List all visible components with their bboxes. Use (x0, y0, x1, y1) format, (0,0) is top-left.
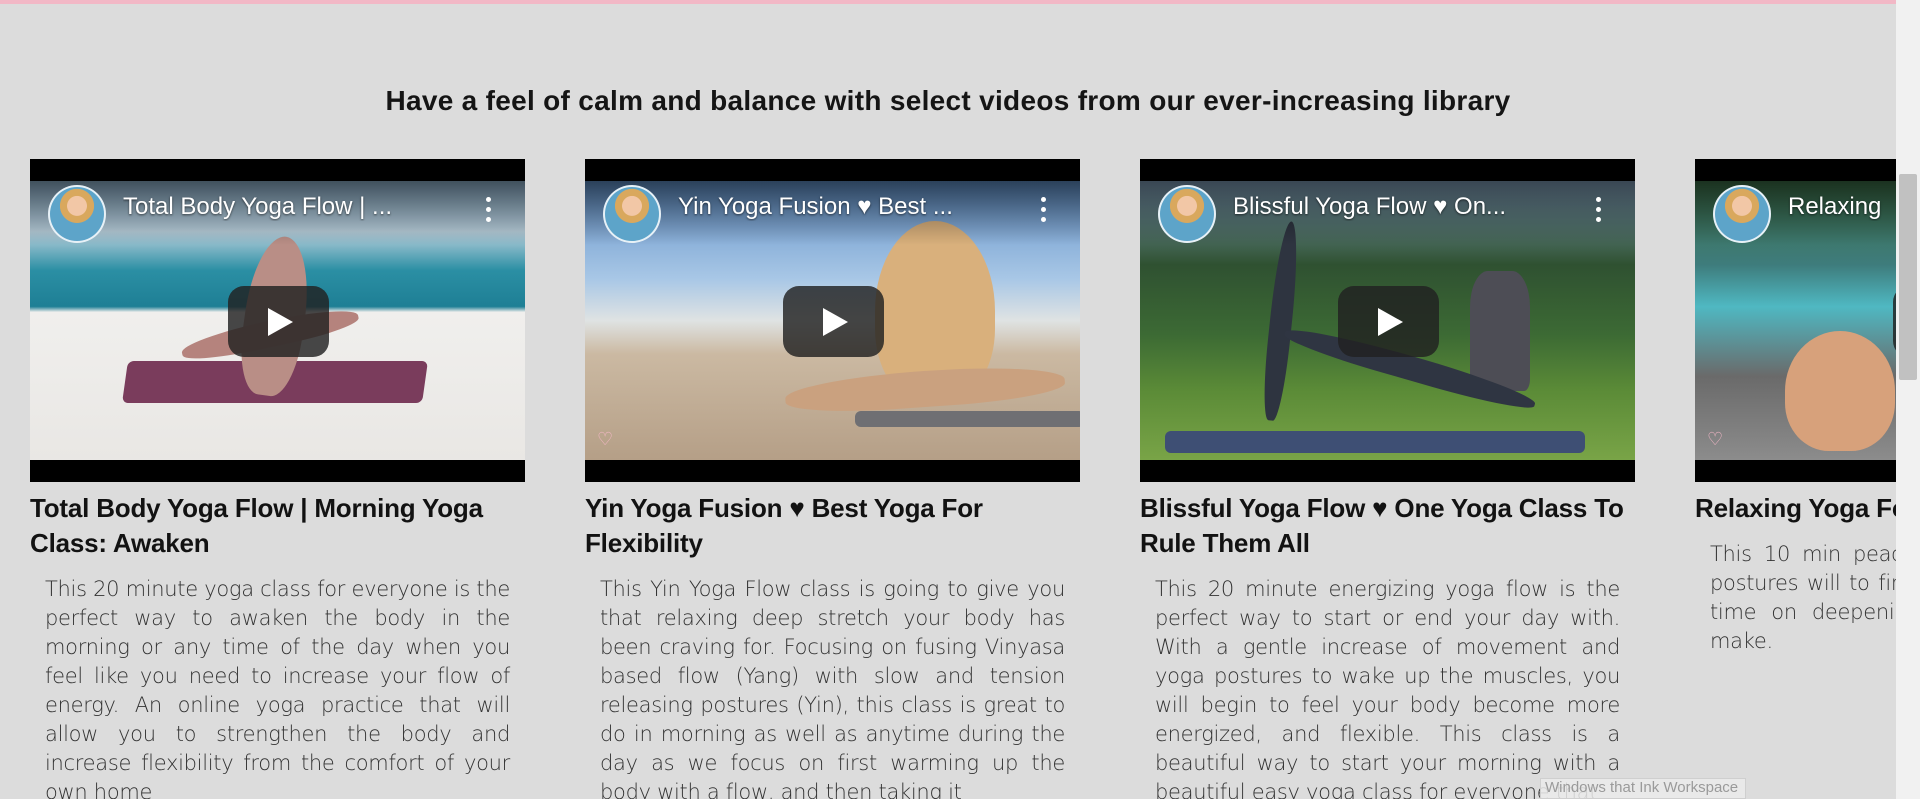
more-vertical-icon[interactable] (1037, 197, 1049, 227)
video-card: Total Body Yoga Flow | ... Total Body Yo… (30, 159, 525, 799)
yoga-mat (855, 411, 1080, 427)
video-card: Blissful Yoga Flow ♥ On... Blissful Yoga… (1140, 159, 1635, 799)
heart-icon: ♡ (597, 429, 614, 450)
player-video-title[interactable]: Blissful Yoga Flow ♥ On... (1233, 193, 1563, 221)
video-card-title: Relaxing Yoga Fo Bed (1695, 493, 1896, 523)
video-card-description: This 20 minute yoga class for everyone i… (45, 577, 510, 799)
yoga-mat (1165, 431, 1585, 453)
instructor-figure (1259, 220, 1303, 422)
play-icon[interactable] (228, 286, 329, 357)
video-card: Relaxing ♡ Relaxing Yoga Fo Bed This 10 … (1695, 159, 1896, 656)
video-card-title: Yin Yoga Fusion ♥ Best Yoga For Flexibil… (585, 493, 983, 558)
video-card-row: Total Body Yoga Flow | ... Total Body Yo… (30, 159, 1896, 799)
video-card-title: Blissful Yoga Flow ♥ One Yoga Class To R… (1140, 493, 1624, 558)
channel-avatar[interactable] (1713, 185, 1771, 243)
play-icon[interactable] (1338, 286, 1439, 357)
channel-avatar[interactable] (48, 185, 106, 243)
play-icon[interactable] (783, 286, 884, 357)
video-card-description: This 20 minute energizing yoga flow is t… (1155, 577, 1620, 799)
video-player[interactable]: Relaxing ♡ (1695, 159, 1896, 482)
scrollbar-thumb[interactable] (1899, 174, 1917, 380)
top-accent-strip (0, 0, 1896, 4)
more-vertical-icon[interactable] (1592, 197, 1604, 227)
heart-icon: ♡ (1707, 429, 1724, 450)
channel-avatar[interactable] (603, 185, 661, 243)
ink-workspace-watermark: Windows that Ink Workspace (1540, 778, 1746, 799)
more-vertical-icon[interactable] (482, 197, 494, 227)
video-player[interactable]: Yin Yoga Fusion ♥ Best ... ♡ (585, 159, 1080, 482)
instructor-figure (1785, 331, 1895, 451)
buddha-statue (1470, 271, 1530, 391)
channel-avatar[interactable] (1158, 185, 1216, 243)
page-scrollbar[interactable] (1896, 0, 1920, 799)
player-video-title[interactable]: Total Body Yoga Flow | ... (123, 193, 453, 221)
video-card-description: This Yin Yoga Flow class is going to giv… (600, 577, 1065, 799)
video-card: Yin Yoga Fusion ♥ Best ... ♡ Yin Yoga Fu… (585, 159, 1080, 799)
video-player[interactable]: Total Body Yoga Flow | ... (30, 159, 525, 482)
player-video-title[interactable]: Relaxing (1788, 193, 1896, 221)
video-card-title: Total Body Yoga Flow | Morning Yoga Clas… (30, 493, 483, 558)
video-player[interactable]: Blissful Yoga Flow ♥ On... (1140, 159, 1635, 482)
video-card-description: This 10 min peac perfect way to sta slow… (1710, 542, 1896, 653)
section-headline: Have a feel of calm and balance with sel… (385, 85, 1511, 117)
player-video-title[interactable]: Yin Yoga Fusion ♥ Best ... (678, 193, 1008, 221)
